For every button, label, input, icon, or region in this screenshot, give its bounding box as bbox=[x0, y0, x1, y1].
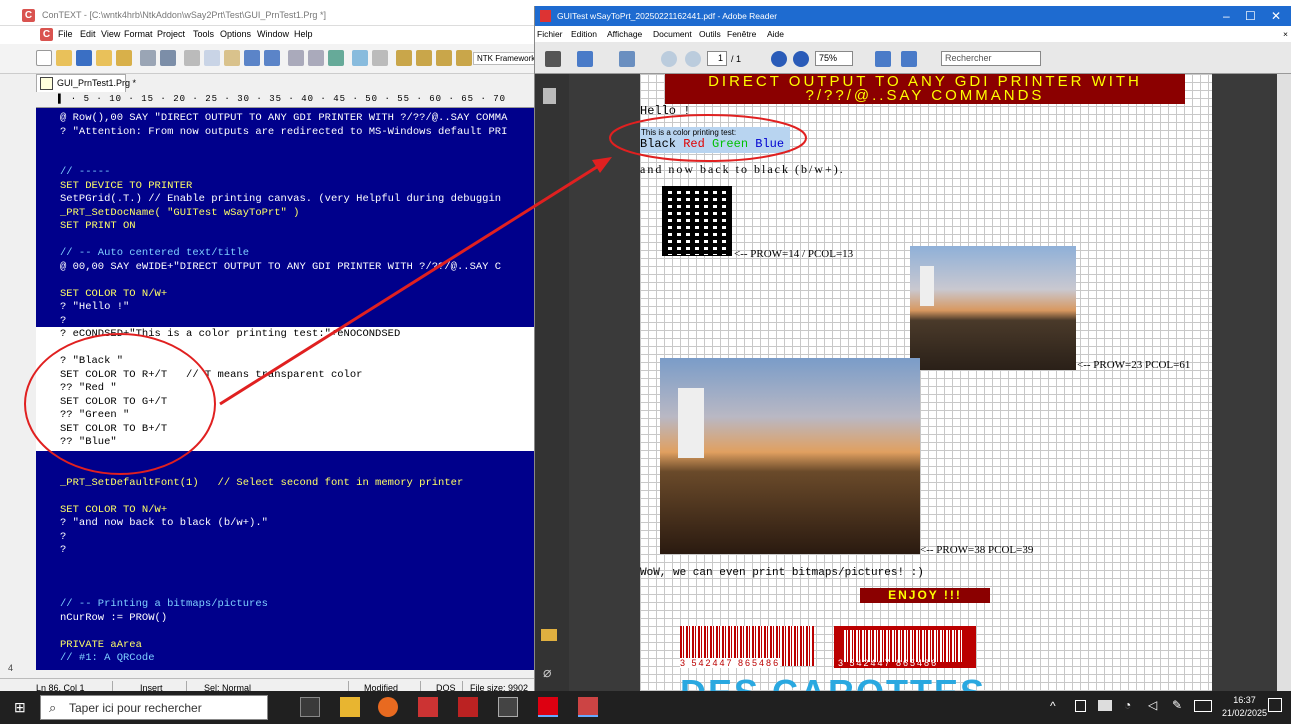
tray-network-icon[interactable]: ◔ bbox=[1124, 698, 1131, 712]
search-icon: ⌕ bbox=[49, 700, 57, 715]
annotation-arrow bbox=[219, 163, 601, 406]
adobe-reader-taskbar-icon[interactable] bbox=[538, 697, 558, 717]
windows-taskbar: ⊞ ⌕ Taper ici pour rechercher ^ ◔ ◁ ✎ 16… bbox=[0, 691, 1291, 724]
tray-meet-icon[interactable] bbox=[1075, 700, 1086, 712]
tray-volume-icon[interactable]: ◁ bbox=[1148, 698, 1157, 712]
tray-chevron-icon[interactable]: ^ bbox=[1050, 699, 1056, 713]
context-taskbar-icon[interactable] bbox=[578, 697, 598, 717]
taskbar-search-text: Taper ici pour rechercher bbox=[69, 701, 202, 715]
annotation-circle-code bbox=[24, 333, 216, 475]
tray-pen-icon[interactable]: ✎ bbox=[1172, 698, 1182, 712]
ntk-icon[interactable] bbox=[418, 697, 438, 717]
tray-battery-icon[interactable] bbox=[1098, 700, 1112, 711]
filezilla-icon[interactable] bbox=[458, 697, 478, 717]
annotation-arrowhead bbox=[592, 157, 612, 173]
annotation-overlay bbox=[24, 114, 807, 475]
taskbar-search[interactable]: ⌕ Taper ici pour rechercher bbox=[40, 695, 268, 720]
task-view-icon[interactable] bbox=[300, 697, 320, 717]
taskbar-clock[interactable]: 16:37 21/02/2025 bbox=[1222, 694, 1267, 720]
terminal-icon[interactable] bbox=[498, 697, 518, 717]
windows-start-icon[interactable]: ⊞ bbox=[14, 700, 28, 714]
clock-time: 16:37 bbox=[1233, 695, 1256, 705]
annotation-circle-pdf bbox=[609, 114, 807, 162]
tray-keyboard-icon[interactable] bbox=[1194, 700, 1212, 712]
firefox-icon[interactable] bbox=[378, 697, 398, 717]
file-explorer-icon[interactable] bbox=[340, 697, 360, 717]
notifications-icon[interactable] bbox=[1268, 698, 1282, 712]
clock-date: 21/02/2025 bbox=[1222, 708, 1268, 718]
